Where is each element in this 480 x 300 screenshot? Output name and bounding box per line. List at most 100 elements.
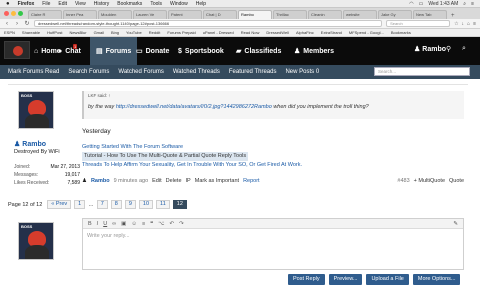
browser-tab[interactable]: Claire R <box>28 10 62 19</box>
menu-history[interactable]: History <box>94 1 110 7</box>
bookmark-item[interactable]: DressedWell <box>266 30 289 35</box>
page-link[interactable]: 8 <box>110 200 122 209</box>
menu-edit[interactable]: Edit <box>58 1 67 7</box>
link-icon[interactable]: ∞ <box>112 221 116 227</box>
user-menu[interactable]: ♟ Rambo <box>414 45 446 54</box>
browser-tab[interactable]: Thrillac <box>273 10 307 19</box>
page-link[interactable]: 9 <box>124 200 136 209</box>
wifi-icon[interactable]: ◠ <box>409 1 413 7</box>
zoom-window-button[interactable] <box>18 11 23 16</box>
reload-icon[interactable]: ↻ <box>24 20 30 27</box>
menu-app-firefox[interactable]: Firefox <box>18 1 35 7</box>
page-link[interactable]: 7 <box>96 200 108 209</box>
browser-search-input[interactable]: Search <box>386 20 451 27</box>
bookmark-item[interactable]: Gmail <box>94 30 104 35</box>
search-forums-link[interactable]: Search Forums <box>68 69 109 75</box>
prev-page-button[interactable]: « Prev <box>47 200 72 209</box>
menu-window[interactable]: Window <box>170 1 188 7</box>
post-reply-button[interactable]: Post Reply <box>288 274 325 285</box>
back-arrow-icon[interactable]: ‹ <box>4 21 10 27</box>
quote-attribution[interactable]: LKF said: ↑ <box>88 93 460 98</box>
menu-help[interactable]: Help <box>196 1 206 7</box>
browser-tab-active[interactable]: Rambo <box>238 10 272 19</box>
bookmark-item[interactable]: YouTube <box>126 30 142 35</box>
watched-forums-link[interactable]: Watched Forums <box>118 69 163 75</box>
spotlight-icon[interactable]: ⌕ <box>463 1 466 7</box>
nav-members[interactable]: ♟ Members <box>294 45 334 57</box>
nav-sportsbook[interactable]: $ Sportsbook <box>178 45 224 57</box>
quote-link[interactable]: http://dressedwell.net/data/avatars/l/0/… <box>116 104 272 110</box>
undo-icon[interactable]: ↶ <box>169 221 174 227</box>
bookmark-item[interactable]: HuffPost <box>47 30 62 35</box>
page-link[interactable]: 1 <box>74 200 86 209</box>
clock-status[interactable]: Wed 1:43 AM <box>428 1 458 7</box>
nav-home[interactable]: ⌂ Home <box>34 45 61 57</box>
bookmark-item[interactable]: Read Now <box>241 30 260 35</box>
avatar[interactable]: BOSS <box>18 91 54 129</box>
browser-tab[interactable]: New Tab <box>413 10 447 19</box>
delete-link[interactable]: Delete <box>166 178 182 184</box>
forward-arrow-icon[interactable]: › <box>14 21 20 27</box>
bookmark-item[interactable]: AlphaFinc <box>296 30 314 35</box>
page-link[interactable]: 10 <box>138 200 154 209</box>
author-name[interactable]: ♟ Rambo <box>14 140 80 149</box>
image-icon[interactable]: ▣ <box>121 221 126 227</box>
apple-icon[interactable]: ● <box>6 1 10 7</box>
upload-file-button[interactable]: Upload a File <box>366 274 409 285</box>
more-options-button[interactable]: More Options... <box>412 274 461 285</box>
mark-forums-read-link[interactable]: Mark Forums Read <box>8 69 59 75</box>
search-icon[interactable]: ⌕ <box>462 45 466 53</box>
post-link[interactable]: Threads To Help Affirm Your Sexuality, G… <box>82 161 302 170</box>
new-posts-link[interactable]: New Posts 0 <box>285 69 319 75</box>
browser-tab[interactable]: Inner Pea <box>63 10 97 19</box>
ip-link[interactable]: IP <box>186 178 191 184</box>
list-icon[interactable]: ≡ <box>142 221 145 227</box>
site-logo[interactable] <box>4 41 30 59</box>
featured-threads-link[interactable]: Featured Threads <box>229 69 277 75</box>
bookmark-item[interactable]: Shareable <box>22 30 40 35</box>
code-icon[interactable]: ⌥ <box>158 221 164 227</box>
footer-author[interactable]: Rambo <box>91 178 110 184</box>
close-window-button[interactable] <box>4 11 9 16</box>
browser-tab[interactable]: Moulden <box>98 10 132 19</box>
preview-button[interactable]: Preview... <box>328 274 363 285</box>
forum-search-input[interactable]: Search... <box>374 67 470 76</box>
nav-chat[interactable]: ● Chat <box>58 45 81 57</box>
bold-icon[interactable]: B <box>88 221 92 227</box>
post-link-highlighted[interactable]: Tutorial - How To Use The Multi-Quote & … <box>82 152 249 161</box>
bookmark-item[interactable]: NewsBlur <box>69 30 86 35</box>
bookmark-item[interactable]: MFSpend - Googl... <box>349 30 384 35</box>
menu-bookmarks[interactable]: Bookmarks <box>117 1 142 7</box>
download-icon[interactable]: ↓ <box>462 21 465 27</box>
browser-tab[interactable]: Patent <box>168 10 202 19</box>
star-icon[interactable]: ☆ <box>454 21 458 27</box>
home-icon[interactable]: ⌂ <box>467 21 470 27</box>
mark-important-link[interactable]: Mark as Important <box>195 178 239 184</box>
notifications-icon[interactable]: ≡ <box>471 1 474 7</box>
post-time[interactable]: 9 minutes ago <box>114 178 149 184</box>
minimize-window-button[interactable] <box>11 11 16 16</box>
browser-tab[interactable]: website <box>343 10 377 19</box>
menu-view[interactable]: View <box>75 1 86 7</box>
multiquote-link[interactable]: + MultiQuote <box>414 178 445 184</box>
browser-tab[interactable]: Jake Gy <box>378 10 412 19</box>
bookmark-item[interactable]: uPanel - Dressed <box>203 30 234 35</box>
watched-threads-link[interactable]: Watched Threads <box>173 69 220 75</box>
quote-icon[interactable]: ❝ <box>150 221 153 227</box>
menu-file[interactable]: File <box>42 1 50 7</box>
browser-tab[interactable]: Cleanin <box>308 10 342 19</box>
address-bar[interactable]: dressedwell.net/threads/random-style-tho… <box>34 20 383 27</box>
nav-forums[interactable]: ▤ Forums <box>90 37 138 65</box>
hamburger-menu-icon[interactable]: ≡ <box>473 21 476 27</box>
page-link[interactable]: 11 <box>156 200 170 209</box>
bookmark-item[interactable]: Forums Prepaid <box>167 30 195 35</box>
edit-link[interactable]: Edit <box>152 178 161 184</box>
page-link-current[interactable]: 12 <box>172 200 187 209</box>
menu-tools[interactable]: Tools <box>150 1 162 7</box>
bookmark-item[interactable]: Bing <box>111 30 119 35</box>
browser-tab[interactable]: Chat | D <box>203 10 237 19</box>
redo-icon[interactable]: ↷ <box>179 221 184 227</box>
reply-textarea[interactable]: Write your reply... <box>83 229 463 243</box>
bookmark-item[interactable]: ExtraStrand <box>321 30 342 35</box>
report-link[interactable]: Report <box>243 178 260 184</box>
